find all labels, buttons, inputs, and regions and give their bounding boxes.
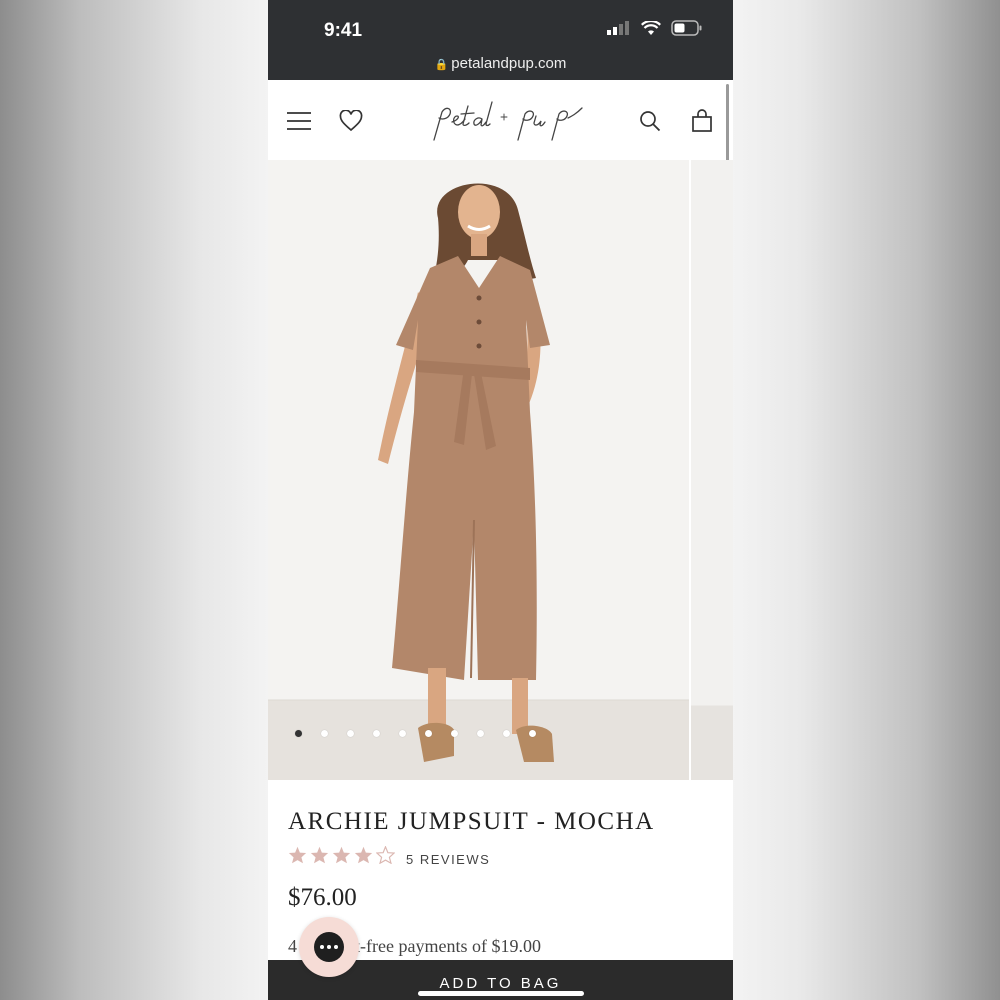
- battery-icon: [671, 20, 702, 36]
- gallery-dot[interactable]: [373, 730, 380, 737]
- site-header: [268, 80, 733, 160]
- gallery-dot[interactable]: [399, 730, 406, 737]
- chat-button[interactable]: [299, 917, 359, 977]
- gallery-dots: [295, 730, 536, 737]
- url-text: petalandpup.com: [451, 55, 567, 72]
- address-bar[interactable]: 🔒 petalandpup.com: [268, 55, 733, 72]
- installment-text: t-free payments of $19.00: [355, 936, 541, 956]
- star-filled-icon: [332, 846, 351, 864]
- chat-bubble-icon: [314, 932, 344, 962]
- heart-icon[interactable]: [336, 106, 366, 136]
- search-icon[interactable]: [635, 106, 665, 136]
- star-empty-icon: [376, 846, 395, 864]
- rating-stars[interactable]: [288, 846, 395, 864]
- shopping-bag-icon[interactable]: [687, 106, 717, 136]
- cellular-signal-icon: [607, 21, 629, 35]
- site-logo[interactable]: [426, 94, 586, 144]
- gallery-dot[interactable]: [295, 730, 302, 737]
- star-filled-icon: [310, 846, 329, 864]
- star-filled-icon: [288, 846, 307, 864]
- star-filled-icon: [354, 846, 373, 864]
- system-icons: [607, 20, 703, 36]
- wifi-icon: [641, 20, 661, 35]
- lock-icon: 🔒: [434, 59, 449, 71]
- menu-icon[interactable]: [284, 106, 314, 136]
- status-bar: 9:41 🔒 petalandpup.com: [268, 0, 733, 80]
- gallery-dot[interactable]: [321, 730, 328, 737]
- gallery-dot[interactable]: [425, 730, 432, 737]
- home-indicator[interactable]: [418, 991, 584, 996]
- gallery-dot[interactable]: [347, 730, 354, 737]
- product-price: $76.00: [288, 884, 357, 911]
- status-time: 9:41: [324, 20, 363, 41]
- product-image-gallery[interactable]: [268, 160, 733, 780]
- gallery-dot[interactable]: [503, 730, 510, 737]
- product-photo: [268, 160, 689, 780]
- gallery-dot[interactable]: [477, 730, 484, 737]
- reviews-link[interactable]: 5 REVIEWS: [406, 852, 490, 867]
- phone-screen: 9:41 🔒 petalandpup.com ARCHIE JUMPSUIT -…: [268, 0, 733, 1000]
- gallery-dot[interactable]: [529, 730, 536, 737]
- product-title: ARCHIE JUMPSUIT - MOCHA: [288, 808, 655, 835]
- next-image-peek[interactable]: [689, 160, 733, 780]
- installment-count: 4: [288, 936, 297, 956]
- gallery-dot[interactable]: [451, 730, 458, 737]
